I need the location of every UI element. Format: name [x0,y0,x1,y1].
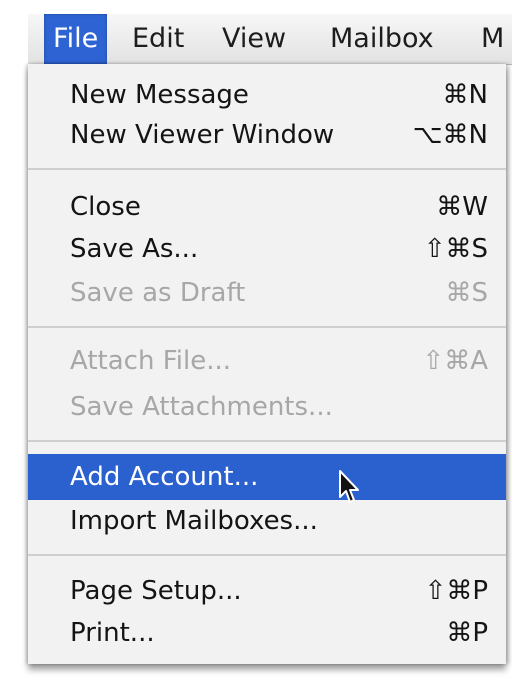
menu-item-label: Add Account... [70,462,259,492]
menu-item-shortcut: ⌥⌘N [412,120,488,150]
menu-item-print[interactable]: Print... ⌘P [28,610,506,656]
menu-item-label: Page Setup... [70,576,242,606]
menu-item-label: Print... [70,618,155,648]
file-menu: New Message ⌘N New Viewer Window ⌥⌘N Clo… [28,64,506,664]
menu-item-shortcut: ⇧⌘P [424,576,488,606]
menubar-file[interactable]: File [44,14,108,64]
menu-item-save-as[interactable]: Save As... ⇧⌘S [28,226,506,272]
menu-item-label: Save Attachments... [70,392,333,422]
menu-item-attach-file: Attach File... ⇧⌘A [28,338,506,384]
menu-item-import-mailboxes[interactable]: Import Mailboxes... [28,498,506,544]
menu-item-shortcut: ⇧⌘S [423,234,488,264]
menu-item-save-attachments: Save Attachments... [28,384,506,430]
menu-item-label: Close [70,192,141,222]
menu-bar: File Edit View Mailbox M [28,14,512,65]
menubar-mailbox[interactable]: Mailbox [330,14,434,64]
menu-separator [28,326,506,328]
menu-item-label: Attach File... [70,346,231,376]
menu-item-label: Save As... [70,234,199,264]
menu-separator [28,554,506,556]
menubar-view[interactable]: View [222,14,286,64]
menu-item-label: Import Mailboxes... [70,506,318,536]
menu-separator [28,440,506,442]
menubar-edit[interactable]: Edit [132,14,184,64]
menu-separator [28,168,506,170]
menubar-truncated-item[interactable]: M [481,14,504,64]
menu-item-shortcut: ⌘P [446,618,488,648]
menu-item-add-account[interactable]: Add Account... [28,454,506,500]
menu-item-close[interactable]: Close ⌘W [28,184,506,230]
menu-item-shortcut: ⌘S [445,278,488,308]
mouse-pointer-icon [339,470,359,503]
menu-item-new-viewer-window[interactable]: New Viewer Window ⌥⌘N [28,112,506,158]
menu-item-shortcut: ⌘W [436,192,488,222]
menu-item-shortcut: ⇧⌘A [422,346,488,376]
menu-item-label: Save as Draft [70,278,246,308]
menu-item-label: New Viewer Window [70,120,335,150]
menu-item-page-setup[interactable]: Page Setup... ⇧⌘P [28,568,506,614]
menu-item-save-as-draft: Save as Draft ⌘S [28,270,506,316]
